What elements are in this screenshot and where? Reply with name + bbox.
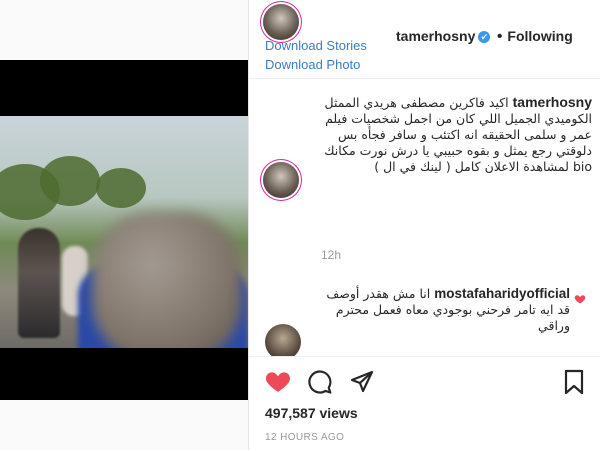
- verified-badge-icon: ✔: [478, 30, 491, 43]
- post-timestamp[interactable]: 12 HOURS AGO: [265, 432, 344, 443]
- comments-panel[interactable]: tamerhosny اكيد فاكرين مصطفى هريدي الممث…: [249, 80, 600, 356]
- separator-dot: •: [496, 28, 503, 45]
- comment-like-heart-icon[interactable]: [574, 292, 586, 310]
- share-icon[interactable]: [349, 369, 375, 400]
- view-count[interactable]: 497,587 views: [265, 405, 358, 421]
- video-person-blurred-face: [92, 212, 242, 348]
- media-column: [0, 0, 248, 450]
- download-stories-link[interactable]: Download Stories: [265, 38, 367, 53]
- background-tree: [96, 168, 146, 208]
- author-avatar[interactable]: [263, 4, 299, 40]
- action-bar: 497,587 views 12 HOURS AGO: [249, 356, 600, 451]
- following-button[interactable]: Following: [507, 28, 572, 44]
- post-header: Download Stories Download Photo tamerhos…: [249, 0, 600, 79]
- commenter-avatar[interactable]: [265, 324, 301, 356]
- post-sidebar: Download Stories Download Photo tamerhos…: [249, 0, 600, 450]
- caption-timestamp[interactable]: 12h: [321, 248, 341, 262]
- video-player[interactable]: [0, 60, 248, 400]
- heart-icon[interactable]: [265, 369, 291, 398]
- video-frame: [0, 116, 248, 348]
- author-username[interactable]: tamerhosny: [396, 28, 475, 44]
- author-row: tamerhosny ✔ • Following: [396, 28, 573, 46]
- background-tree: [40, 156, 100, 206]
- comment-item: mostafaharidyofficial انا مش هقدر أوصف ق…: [310, 286, 570, 334]
- bookmark-icon[interactable]: [563, 369, 585, 400]
- download-photo-link[interactable]: Download Photo: [265, 57, 360, 72]
- caption-author-avatar[interactable]: [263, 162, 299, 198]
- comment-icon[interactable]: [307, 369, 333, 400]
- video-person-woman: [18, 228, 60, 338]
- post-caption: tamerhosny اكيد فاكرين مصطفى هريدي الممث…: [322, 94, 592, 175]
- caption-username[interactable]: tamerhosny: [513, 94, 592, 110]
- comment-username[interactable]: mostafaharidyofficial: [434, 286, 570, 301]
